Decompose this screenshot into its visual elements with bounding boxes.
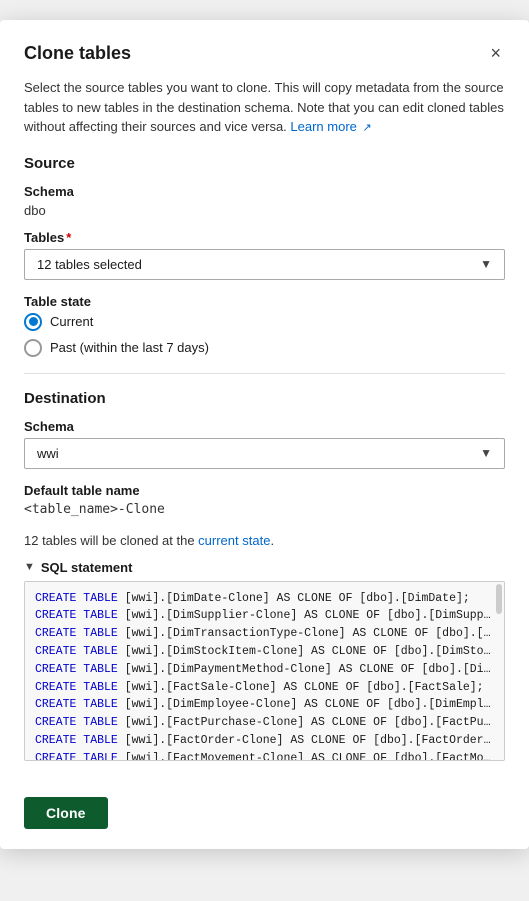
radio-current-inner xyxy=(29,317,38,326)
tables-dropdown[interactable]: 12 tables selected ▼ xyxy=(24,249,505,280)
sql-line: CREATE TABLE [wwi].[FactMovement-Clone] … xyxy=(35,750,494,761)
tables-label: Tables* xyxy=(24,230,505,245)
tables-required-star: * xyxy=(66,230,71,245)
source-section-title: Source xyxy=(24,155,505,172)
learn-more-link[interactable]: Learn more xyxy=(290,119,356,134)
tables-selected-text: 12 tables selected xyxy=(37,257,142,272)
sql-line: CREATE TABLE [wwi].[FactPurchase-Clone] … xyxy=(35,714,494,732)
table-state-section: Table state Current Past (within the las… xyxy=(24,294,505,357)
radio-current-option[interactable]: Current xyxy=(24,313,505,331)
clone-message-suffix: . xyxy=(270,533,274,548)
destination-schema-value: wwi xyxy=(37,446,59,461)
sql-line: CREATE TABLE [wwi].[FactOrder-Clone] AS … xyxy=(35,732,494,750)
description-text: Select the source tables you want to clo… xyxy=(24,78,505,137)
destination-dropdown-arrow-icon: ▼ xyxy=(480,446,492,460)
sql-line: CREATE TABLE [wwi].[DimStockItem-Clone] … xyxy=(35,643,494,661)
source-section: Source Schema dbo Tables* 12 tables sele… xyxy=(24,155,505,357)
clone-message-prefix: 12 tables will be cloned at the xyxy=(24,533,198,548)
chevron-down-icon: ▼ xyxy=(24,561,35,573)
sql-statement-box[interactable]: CREATE TABLE [wwi].[DimDate-Clone] AS CL… xyxy=(24,581,505,761)
sql-line: CREATE TABLE [wwi].[DimPaymentMethod-Clo… xyxy=(35,661,494,679)
destination-schema-dropdown[interactable]: wwi ▼ xyxy=(24,438,505,469)
default-table-name-label: Default table name xyxy=(24,483,505,498)
sql-line: CREATE TABLE [wwi].[DimSupplier-Clone] A… xyxy=(35,607,494,625)
dialog-header: Clone tables × xyxy=(0,20,529,78)
clone-button[interactable]: Clone xyxy=(24,797,108,829)
sql-line: CREATE TABLE [wwi].[DimTransactionType-C… xyxy=(35,625,494,643)
external-link-icon: ↗ xyxy=(363,120,372,137)
destination-schema-label: Schema xyxy=(24,419,505,434)
dropdown-arrow-icon: ▼ xyxy=(480,257,492,271)
radio-past-option[interactable]: Past (within the last 7 days) xyxy=(24,339,505,357)
dialog-title: Clone tables xyxy=(24,43,131,64)
description-main: Select the source tables you want to clo… xyxy=(24,80,504,134)
scrollbar-indicator xyxy=(496,584,502,614)
destination-section-title: Destination xyxy=(24,390,505,407)
table-state-label: Table state xyxy=(24,294,505,309)
clone-tables-dialog: Clone tables × Select the source tables … xyxy=(0,20,529,849)
destination-section: Destination Schema wwi ▼ Default table n… xyxy=(24,390,505,517)
sql-line: CREATE TABLE [wwi].[DimDate-Clone] AS CL… xyxy=(35,590,494,608)
clone-message: 12 tables will be cloned at the current … xyxy=(24,533,505,548)
close-button[interactable]: × xyxy=(486,40,505,66)
sql-section-label: SQL statement xyxy=(41,560,133,575)
radio-past-label: Past (within the last 7 days) xyxy=(50,340,209,355)
radio-past-outer xyxy=(24,339,42,357)
default-table-name-value: <table_name>-Clone xyxy=(24,502,505,517)
clone-message-highlight: current state xyxy=(198,533,270,548)
radio-current-outer xyxy=(24,313,42,331)
dialog-body: Select the source tables you want to clo… xyxy=(0,78,529,785)
sql-section-header[interactable]: ▼ SQL statement xyxy=(24,560,505,575)
dialog-footer: Clone xyxy=(0,785,529,849)
section-divider xyxy=(24,373,505,374)
schema-label: Schema xyxy=(24,184,505,199)
radio-current-label: Current xyxy=(50,314,93,329)
schema-value: dbo xyxy=(24,203,505,218)
sql-line: CREATE TABLE [wwi].[DimEmployee-Clone] A… xyxy=(35,696,494,714)
sql-line: CREATE TABLE [wwi].[FactSale-Clone] AS C… xyxy=(35,679,494,697)
